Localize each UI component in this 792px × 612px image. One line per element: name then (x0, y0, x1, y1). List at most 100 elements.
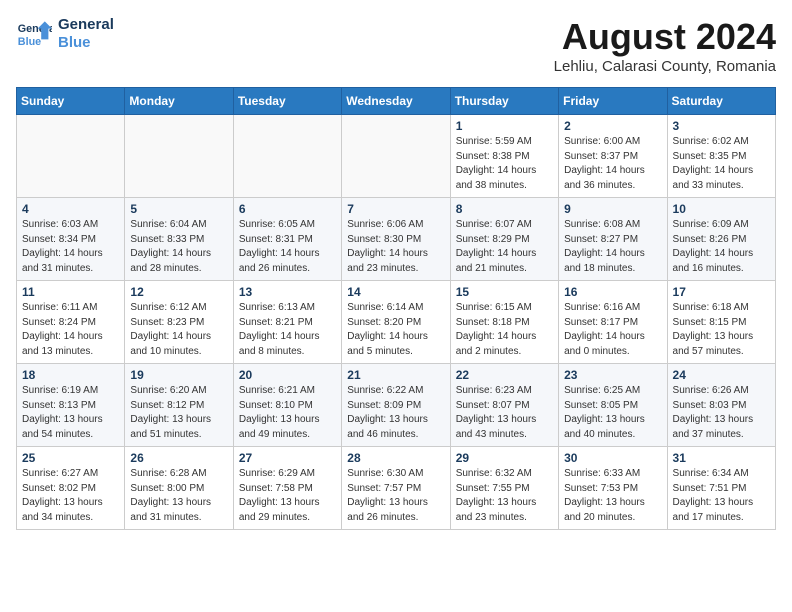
weekday-header-thursday: Thursday (450, 88, 558, 115)
weekday-header-monday: Monday (125, 88, 233, 115)
logo: General Blue General Blue (16, 16, 114, 52)
day-details: Sunrise: 6:03 AM Sunset: 8:34 PM Dayligh… (22, 218, 119, 276)
calendar-cell: 3Sunrise: 6:02 AM Sunset: 8:35 PM Daylig… (667, 115, 775, 198)
calendar-cell: 23 Sunrise: 6:25 AM Sunset: 8:05 PM Dayli… (559, 364, 667, 447)
day-number: 9 (564, 202, 661, 216)
page-header: General Blue General Blue August 2024 Le… (16, 16, 776, 75)
day-details: Sunrise: 6:11 AM Sunset: 8:24 PM Dayligh… (22, 301, 119, 359)
day-number: 22 (456, 368, 553, 382)
calendar-cell: 18 Sunrise: 6:19 AM Sunset: 8:13 PM Dayli… (17, 364, 125, 447)
day-number: 30 (564, 451, 661, 465)
day-number: 7 (347, 202, 444, 216)
weekday-header-saturday: Saturday (667, 88, 775, 115)
day-details: Sunrise: 6:27 AM Sunset: 8:02 PM Dayligh… (22, 467, 119, 525)
calendar-cell: 30 Sunrise: 6:33 AM Sunset: 7:53 PM Dayli… (559, 447, 667, 530)
day-details: Sunrise: 6:08 AM Sunset: 8:27 PM Dayligh… (564, 218, 661, 276)
day-details: Sunrise: 6:33 AM Sunset: 7:53 PM Dayligh… (564, 467, 661, 525)
calendar-cell: 16 Sunrise: 6:16 AM Sunset: 8:17 PM Dayli… (559, 281, 667, 364)
day-number: 21 (347, 368, 444, 382)
day-number: 11 (22, 285, 119, 299)
calendar-cell: 9 Sunrise: 6:08 AM Sunset: 8:27 PM Daylig… (559, 198, 667, 281)
day-number: 3 (673, 119, 770, 133)
calendar-cell: 24 Sunrise: 6:26 AM Sunset: 8:03 PM Dayli… (667, 364, 775, 447)
calendar-cell: 11 Sunrise: 6:11 AM Sunset: 8:24 PM Dayli… (17, 281, 125, 364)
day-number: 19 (130, 368, 227, 382)
weekday-header-sunday: Sunday (17, 88, 125, 115)
weekday-header-friday: Friday (559, 88, 667, 115)
calendar-header: SundayMondayTuesdayWednesdayThursdayFrid… (17, 88, 776, 115)
calendar-week-4: 18 Sunrise: 6:19 AM Sunset: 8:13 PM Dayli… (17, 364, 776, 447)
day-details: Sunrise: 6:29 AM Sunset: 7:58 PM Dayligh… (239, 467, 336, 525)
day-number: 25 (22, 451, 119, 465)
day-details: Sunrise: 6:07 AM Sunset: 8:29 PM Dayligh… (456, 218, 553, 276)
calendar-cell: 2 Sunrise: 6:00 AM Sunset: 8:37 PM Daylig… (559, 115, 667, 198)
day-number: 17 (673, 285, 770, 299)
calendar-week-3: 11 Sunrise: 6:11 AM Sunset: 8:24 PM Dayli… (17, 281, 776, 364)
day-details: Sunrise: 6:30 AM Sunset: 7:57 PM Dayligh… (347, 467, 444, 525)
day-number: 26 (130, 451, 227, 465)
calendar-cell: 4 Sunrise: 6:03 AM Sunset: 8:34 PM Daylig… (17, 198, 125, 281)
day-number: 14 (347, 285, 444, 299)
day-number: 1 (456, 119, 553, 133)
day-details: Sunrise: 6:20 AM Sunset: 8:12 PM Dayligh… (130, 384, 227, 442)
day-details: Sunrise: 6:06 AM Sunset: 8:30 PM Dayligh… (347, 218, 444, 276)
calendar-cell: 7 Sunrise: 6:06 AM Sunset: 8:30 PM Daylig… (342, 198, 450, 281)
logo-icon: General Blue (16, 16, 52, 52)
calendar-cell: 8 Sunrise: 6:07 AM Sunset: 8:29 PM Daylig… (450, 198, 558, 281)
calendar-cell: 25 Sunrise: 6:27 AM Sunset: 8:02 PM Dayli… (17, 447, 125, 530)
calendar-cell: 14 Sunrise: 6:14 AM Sunset: 8:20 PM Dayli… (342, 281, 450, 364)
day-number: 5 (130, 202, 227, 216)
day-details: Sunrise: 6:26 AM Sunset: 8:03 PM Dayligh… (673, 384, 770, 442)
day-details: Sunrise: 6:22 AM Sunset: 8:09 PM Dayligh… (347, 384, 444, 442)
calendar-cell (125, 115, 233, 198)
day-number: 20 (239, 368, 336, 382)
calendar-cell: 28 Sunrise: 6:30 AM Sunset: 7:57 PM Dayli… (342, 447, 450, 530)
day-details: Sunrise: 5:59 AM Sunset: 8:38 PM Dayligh… (456, 135, 553, 193)
day-number: 27 (239, 451, 336, 465)
calendar-cell: 1 Sunrise: 5:59 AM Sunset: 8:38 PM Daylig… (450, 115, 558, 198)
calendar-week-5: 25 Sunrise: 6:27 AM Sunset: 8:02 PM Dayli… (17, 447, 776, 530)
day-details: Sunrise: 6:00 AM Sunset: 8:37 PM Dayligh… (564, 135, 661, 193)
day-number: 18 (22, 368, 119, 382)
day-details: Sunrise: 6:05 AM Sunset: 8:31 PM Dayligh… (239, 218, 336, 276)
day-details: Sunrise: 6:34 AM Sunset: 7:51 PM Dayligh… (673, 467, 770, 525)
day-details: Sunrise: 6:15 AM Sunset: 8:18 PM Dayligh… (456, 301, 553, 359)
calendar-cell: 29Sunrise: 6:32 AM Sunset: 7:55 PM Dayli… (450, 447, 558, 530)
day-details: Sunrise: 6:28 AM Sunset: 8:00 PM Dayligh… (130, 467, 227, 525)
day-number: 4 (22, 202, 119, 216)
calendar-cell: 13Sunrise: 6:13 AM Sunset: 8:21 PM Dayli… (233, 281, 341, 364)
day-number: 2 (564, 119, 661, 133)
location-subtitle: Lehliu, Calarasi County, Romania (554, 58, 776, 75)
logo-text-blue: Blue (58, 34, 114, 52)
day-number: 16 (564, 285, 661, 299)
weekday-header-row: SundayMondayTuesdayWednesdayThursdayFrid… (17, 88, 776, 115)
day-details: Sunrise: 6:21 AM Sunset: 8:10 PM Dayligh… (239, 384, 336, 442)
day-number: 31 (673, 451, 770, 465)
weekday-header-tuesday: Tuesday (233, 88, 341, 115)
calendar-cell: 27 Sunrise: 6:29 AM Sunset: 7:58 PM Dayli… (233, 447, 341, 530)
day-details: Sunrise: 6:32 AM Sunset: 7:55 PM Dayligh… (456, 467, 553, 525)
calendar-cell: 6 Sunrise: 6:05 AM Sunset: 8:31 PM Daylig… (233, 198, 341, 281)
day-details: Sunrise: 6:14 AM Sunset: 8:20 PM Dayligh… (347, 301, 444, 359)
day-number: 8 (456, 202, 553, 216)
day-number: 24 (673, 368, 770, 382)
day-details: Sunrise: 6:16 AM Sunset: 8:17 PM Dayligh… (564, 301, 661, 359)
day-number: 6 (239, 202, 336, 216)
calendar-cell: 20 Sunrise: 6:21 AM Sunset: 8:10 PM Dayli… (233, 364, 341, 447)
calendar-body: 1 Sunrise: 5:59 AM Sunset: 8:38 PM Daylig… (17, 115, 776, 530)
day-details: Sunrise: 6:09 AM Sunset: 8:26 PM Dayligh… (673, 218, 770, 276)
calendar-cell: 26 Sunrise: 6:28 AM Sunset: 8:00 PM Dayli… (125, 447, 233, 530)
calendar-cell: 19 Sunrise: 6:20 AM Sunset: 8:12 PM Dayli… (125, 364, 233, 447)
day-number: 28 (347, 451, 444, 465)
calendar-cell: 15 Sunrise: 6:15 AM Sunset: 8:18 PM Dayli… (450, 281, 558, 364)
day-details: Sunrise: 6:19 AM Sunset: 8:13 PM Dayligh… (22, 384, 119, 442)
calendar-cell: 31 Sunrise: 6:34 AM Sunset: 7:51 PM Dayli… (667, 447, 775, 530)
day-number: 23 (564, 368, 661, 382)
calendar-cell: 22Sunrise: 6:23 AM Sunset: 8:07 PM Dayli… (450, 364, 558, 447)
calendar-week-1: 1 Sunrise: 5:59 AM Sunset: 8:38 PM Daylig… (17, 115, 776, 198)
day-details: Sunrise: 6:25 AM Sunset: 8:05 PM Dayligh… (564, 384, 661, 442)
calendar-cell (233, 115, 341, 198)
month-year-title: August 2024 (554, 16, 776, 58)
day-number: 15 (456, 285, 553, 299)
calendar-cell: 17Sunrise: 6:18 AM Sunset: 8:15 PM Dayli… (667, 281, 775, 364)
